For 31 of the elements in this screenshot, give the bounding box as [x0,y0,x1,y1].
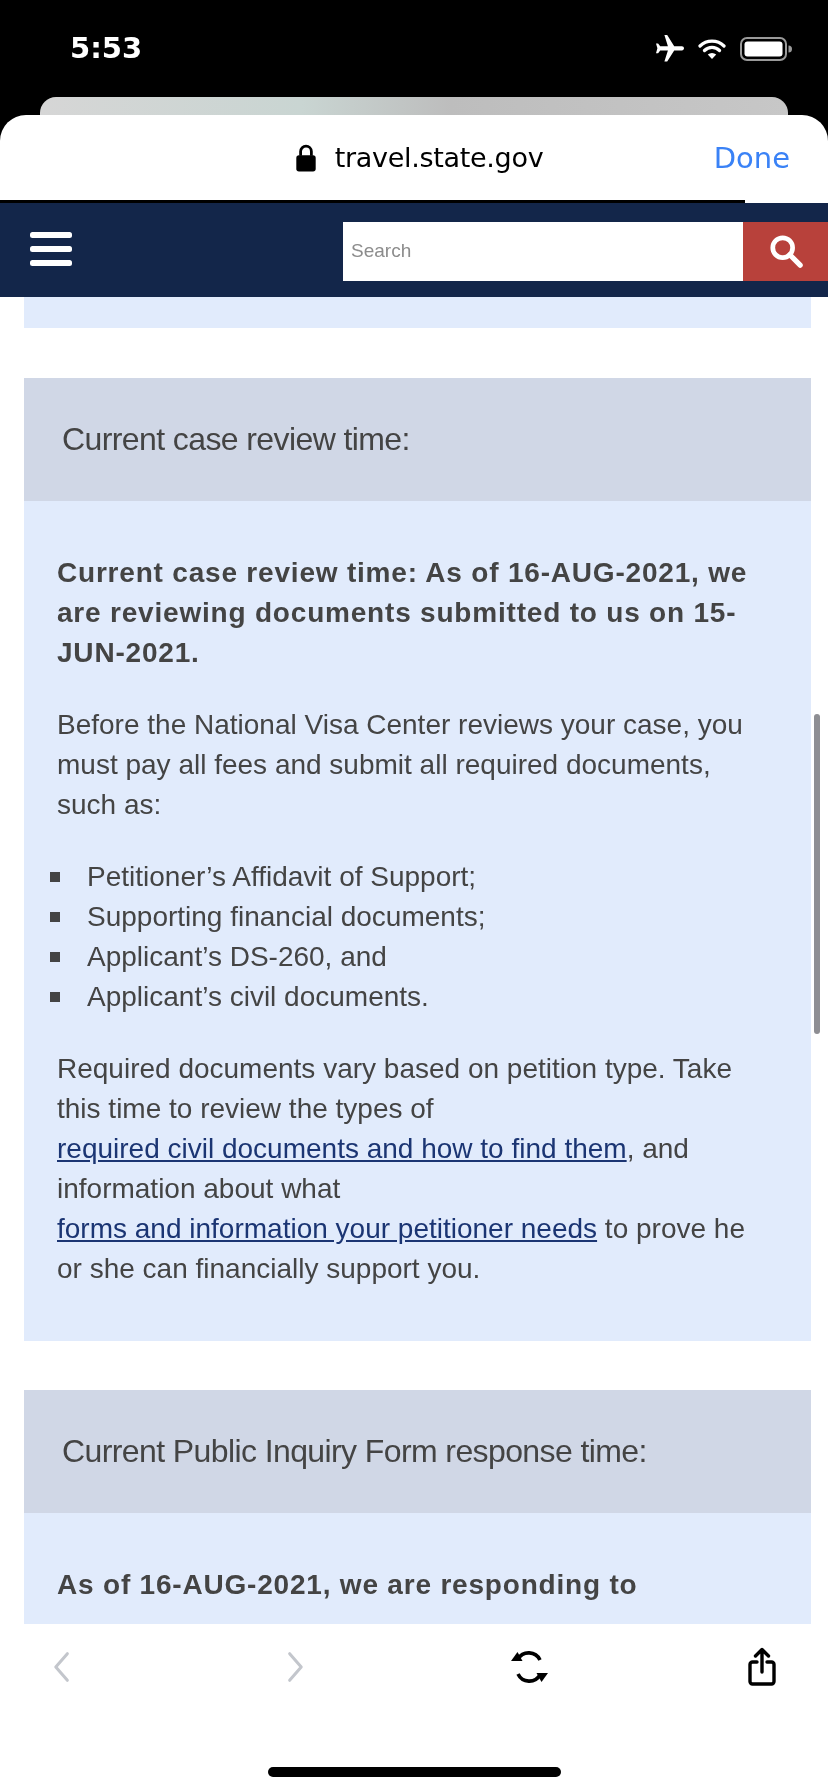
list-item: Supporting financial documents; [87,900,486,934]
done-button[interactable]: Done [711,137,792,179]
url-text[interactable]: travel.state.gov [334,142,544,173]
reload-icon [508,1649,549,1685]
share-icon [747,1647,777,1687]
section-title: Current Public Inquiry Form response time: [62,1433,647,1470]
bullet-icon [50,872,60,882]
lock-icon [294,143,317,172]
search-icon [768,234,803,268]
bullet-icon [50,952,60,962]
list-item: Applicant’s civil documents. [87,980,429,1014]
list-item: Petitioner’s Affidavit of Support; [87,860,477,894]
text-link[interactable]: forms and information your petitioner needs [57,1213,598,1244]
chevron-right-icon [286,1651,305,1683]
lead-text: Current case review time: As of 16-AUG-2021, we are reviewing documents submitted to us on 15-JUN-2021. [57,556,749,670]
wifi-icon [698,38,726,59]
paragraph: Before the National Visa Center reviews your case, you must pay all fees and submit all required documents, such as: [57,708,744,822]
list-item: Applicant’s DS-260, and [87,940,387,974]
airplane-icon [656,34,684,63]
chevron-left-icon [53,1651,71,1683]
menu-icon[interactable] [30,231,72,267]
battery-icon [740,36,792,61]
search-button[interactable] [743,221,828,281]
status-time: 5:53 [70,30,143,65]
lead-text: As of 16-AUG-2021, we are responding to [57,1568,639,1602]
paragraph: Required documents vary based on petition type. Take this time to review the types of required civil documents and how to find them, and information about what forms and information your petitioner needs to prove he or she can financially support you. [57,1052,746,1286]
text-link[interactable]: required civil documents and how to find them [57,1133,627,1164]
bullet-icon [50,912,60,922]
section-title: Current case review time: [62,421,410,458]
bullet-icon [50,992,60,1002]
search-field[interactable]: Search [343,221,743,281]
